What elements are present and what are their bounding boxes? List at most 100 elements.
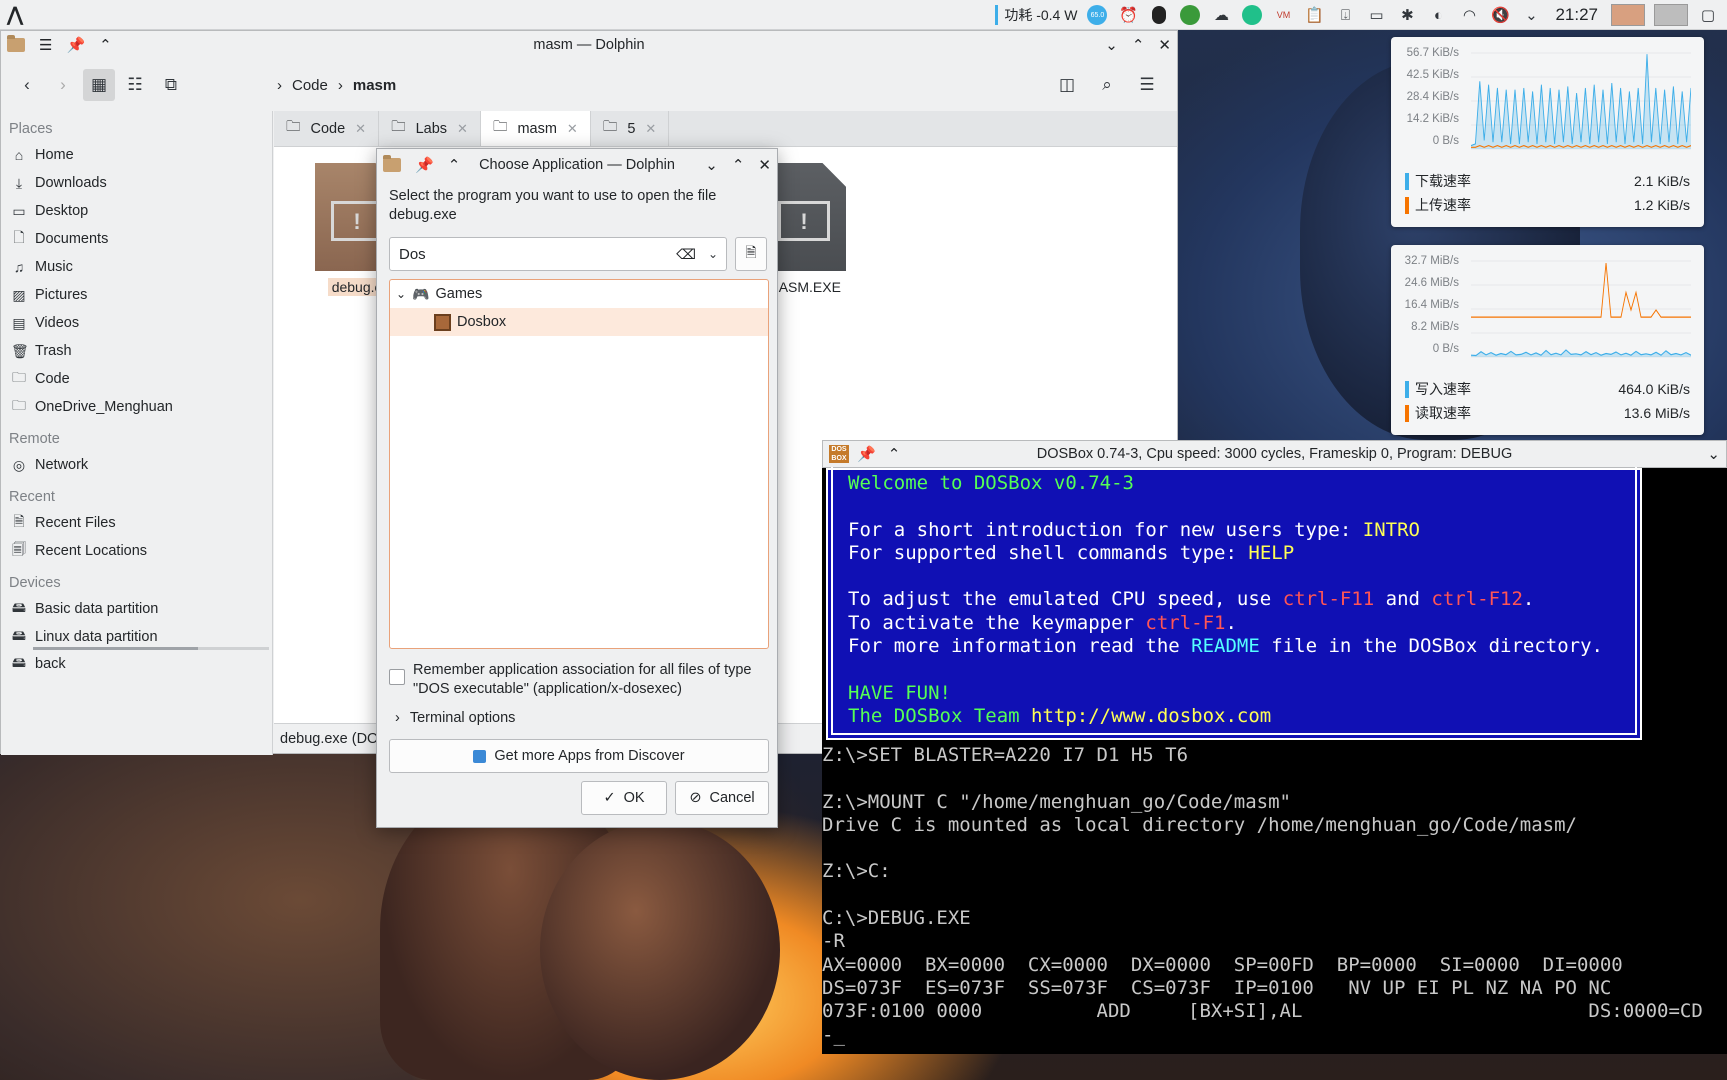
browse-file-button[interactable]: 🗎 — [735, 237, 767, 271]
volume-muted-icon[interactable]: 🔇 — [1489, 4, 1511, 26]
forward-icon[interactable]: › — [47, 69, 79, 101]
pager-desktop-2[interactable] — [1654, 4, 1688, 26]
back-icon[interactable]: ‹ — [11, 69, 43, 101]
place-item[interactable]: ◎ Network — [1, 451, 272, 479]
place-item[interactable]: 🗐 Recent Locations — [1, 537, 272, 565]
update-icon[interactable]: ⍗ — [1334, 4, 1356, 26]
place-item[interactable]: 🗎 Recent Files — [1, 509, 272, 537]
breadcrumb-separator-icon: › — [277, 76, 282, 94]
wifi-icon[interactable]: ◠ — [1458, 4, 1480, 26]
breadcrumb-code[interactable]: Code — [292, 77, 328, 94]
chevron-down-icon[interactable]: ⌄ — [1707, 445, 1720, 463]
minimize-icon[interactable]: ⌄ — [1105, 36, 1118, 54]
menu-icon[interactable]: ☰ — [39, 36, 52, 54]
tab-label: masm — [517, 120, 557, 137]
tree-group-games[interactable]: ⌄ 🎮 Games — [390, 280, 768, 308]
minimize-icon[interactable]: ⌄ — [705, 156, 718, 174]
place-item[interactable]: ▭ Desktop — [1, 197, 272, 225]
prompt-filename: debug.exe — [389, 207, 457, 223]
dolphin-titlebar[interactable]: ☰ 📌 ⌃ masm — Dolphin ⌄ ⌃ ✕ — [1, 31, 1177, 59]
place-item[interactable]: 🗀 OneDrive_Menghuan — [1, 393, 272, 421]
close-icon[interactable]: ✕ — [758, 156, 771, 174]
pager-desktop-1[interactable] — [1611, 4, 1645, 26]
application-search-input[interactable]: Dos ⌫ ⌄ — [389, 237, 727, 271]
pin-icon[interactable]: 📌 — [66, 36, 85, 54]
pin-icon[interactable]: 📌 — [415, 156, 434, 174]
search-icon[interactable]: ⌕ — [1091, 69, 1123, 101]
dialog-titlebar[interactable]: 📌 ⌃ Choose Application — Dolphin ⌄ ⌃ ✕ — [377, 149, 777, 181]
close-tab-icon[interactable]: ✕ — [355, 121, 366, 137]
keep-above-icon[interactable]: ⌃ — [99, 36, 112, 54]
close-tab-icon[interactable]: ✕ — [457, 121, 468, 137]
tab-labs[interactable]: 🗀 Labs ✕ — [379, 111, 481, 146]
night-color-icon[interactable]: ◐ — [1427, 4, 1449, 26]
flamecat-icon[interactable] — [1179, 4, 1201, 26]
maximize-icon[interactable]: ⌃ — [732, 156, 745, 174]
cancel-button[interactable]: ⊘ Cancel — [675, 781, 769, 815]
cancel-label: Cancel — [709, 790, 755, 806]
cloud-icon[interactable]: ☁ — [1210, 4, 1232, 26]
clear-text-icon[interactable]: ⌫ — [676, 246, 696, 263]
maximize-icon[interactable]: ⌃ — [1132, 36, 1145, 54]
dosbox-screen[interactable]: Welcome to DOSBox v0.74-3 For a short in… — [822, 467, 1727, 1054]
get-more-apps-button[interactable]: Get more Apps from Discover — [389, 739, 769, 773]
qq-icon[interactable] — [1148, 4, 1170, 26]
tab-code[interactable]: 🗀 Code ✕ — [274, 111, 380, 146]
vm-icon[interactable]: VM — [1272, 4, 1294, 26]
folder-icon: 🗀 — [12, 397, 26, 413]
file-name: MASM.EXE — [767, 279, 841, 295]
bluetooth-icon[interactable]: ✱ — [1396, 4, 1418, 26]
network-speed-icon[interactable]: 65.0 — [1086, 4, 1108, 26]
alarm-icon[interactable]: ⏰ — [1117, 4, 1139, 26]
app-launcher-icon[interactable]: ⋀ — [0, 0, 30, 30]
folder-app-icon[interactable] — [7, 35, 25, 52]
place-item[interactable]: ♫ Music — [1, 253, 272, 281]
folder-app-icon[interactable] — [383, 155, 401, 172]
close-tab-icon[interactable]: ✕ — [645, 121, 656, 137]
close-icon[interactable]: ✕ — [1158, 36, 1171, 54]
tray-expand-icon[interactable]: ⌄ — [1520, 4, 1542, 26]
place-item[interactable]: 🗋 Documents — [1, 225, 272, 253]
icons-view-icon[interactable]: ▦ — [83, 69, 115, 101]
chevron-down-icon[interactable]: ⌄ — [708, 247, 718, 261]
place-label: Linux data partition — [35, 629, 158, 645]
show-desktop-icon[interactable]: ▢ — [1697, 4, 1719, 26]
ok-button[interactable]: ✓ OK — [581, 781, 667, 815]
close-tab-icon[interactable]: ✕ — [567, 121, 578, 137]
place-item[interactable]: 🖴 Basic data partition — [1, 595, 272, 623]
dosbox-titlebar[interactable]: DOS BOX 📌 ⌃ DOSBox 0.74-3, Cpu speed: 300… — [822, 440, 1727, 468]
tab-masm[interactable]: 🗀 masm ✕ — [480, 111, 591, 146]
place-item[interactable]: 🗀 Code — [1, 365, 272, 393]
y-tick-label: 32.7 MiB/s — [1404, 255, 1459, 267]
sync-icon[interactable] — [1241, 4, 1263, 26]
place-item[interactable]: ⌂ Home — [1, 141, 272, 169]
place-item[interactable]: 🗑 Trash — [1, 337, 272, 365]
download-series-area — [1471, 54, 1691, 150]
power-usage-label[interactable]: 功耗 -0.4 W — [995, 5, 1077, 25]
place-item[interactable]: 🖴 back — [1, 650, 272, 678]
network-chart — [1471, 52, 1691, 150]
place-item[interactable]: ▤ Videos — [1, 309, 272, 337]
keep-above-icon[interactable]: ⌃ — [448, 156, 461, 174]
place-item[interactable]: ▨ Pictures — [1, 281, 272, 309]
tree-item-dosbox[interactable]: Dosbox — [390, 308, 768, 336]
network-icon: ◎ — [12, 456, 26, 473]
terminal-options-expander[interactable]: › Terminal options — [395, 710, 515, 726]
checkbox-box[interactable] — [389, 669, 405, 685]
console-line: C:\>DEBUG.EXE — [822, 907, 971, 930]
remember-association-checkbox[interactable]: Remember application association for all… — [389, 661, 752, 699]
remote-list: ◎ Network — [1, 451, 272, 479]
clock[interactable]: 21:27 — [1555, 5, 1598, 25]
tab-5[interactable]: 🗀 5 ✕ — [591, 111, 670, 146]
tree-view-icon[interactable]: ⧉ — [155, 69, 187, 101]
hamburger-menu-icon[interactable]: ☰ — [1131, 69, 1163, 101]
place-label: Basic data partition — [35, 601, 159, 617]
breadcrumb-masm[interactable]: masm — [353, 77, 396, 94]
clipboard-icon[interactable]: 📋 — [1303, 4, 1325, 26]
battery-icon[interactable]: ▭ — [1365, 4, 1387, 26]
place-item[interactable]: ⤓ Downloads — [1, 169, 272, 197]
chevron-down-icon[interactable]: ⌄ — [396, 287, 406, 301]
details-view-icon[interactable]: ☷ — [119, 69, 151, 101]
split-view-icon[interactable]: ◫ — [1051, 69, 1083, 101]
